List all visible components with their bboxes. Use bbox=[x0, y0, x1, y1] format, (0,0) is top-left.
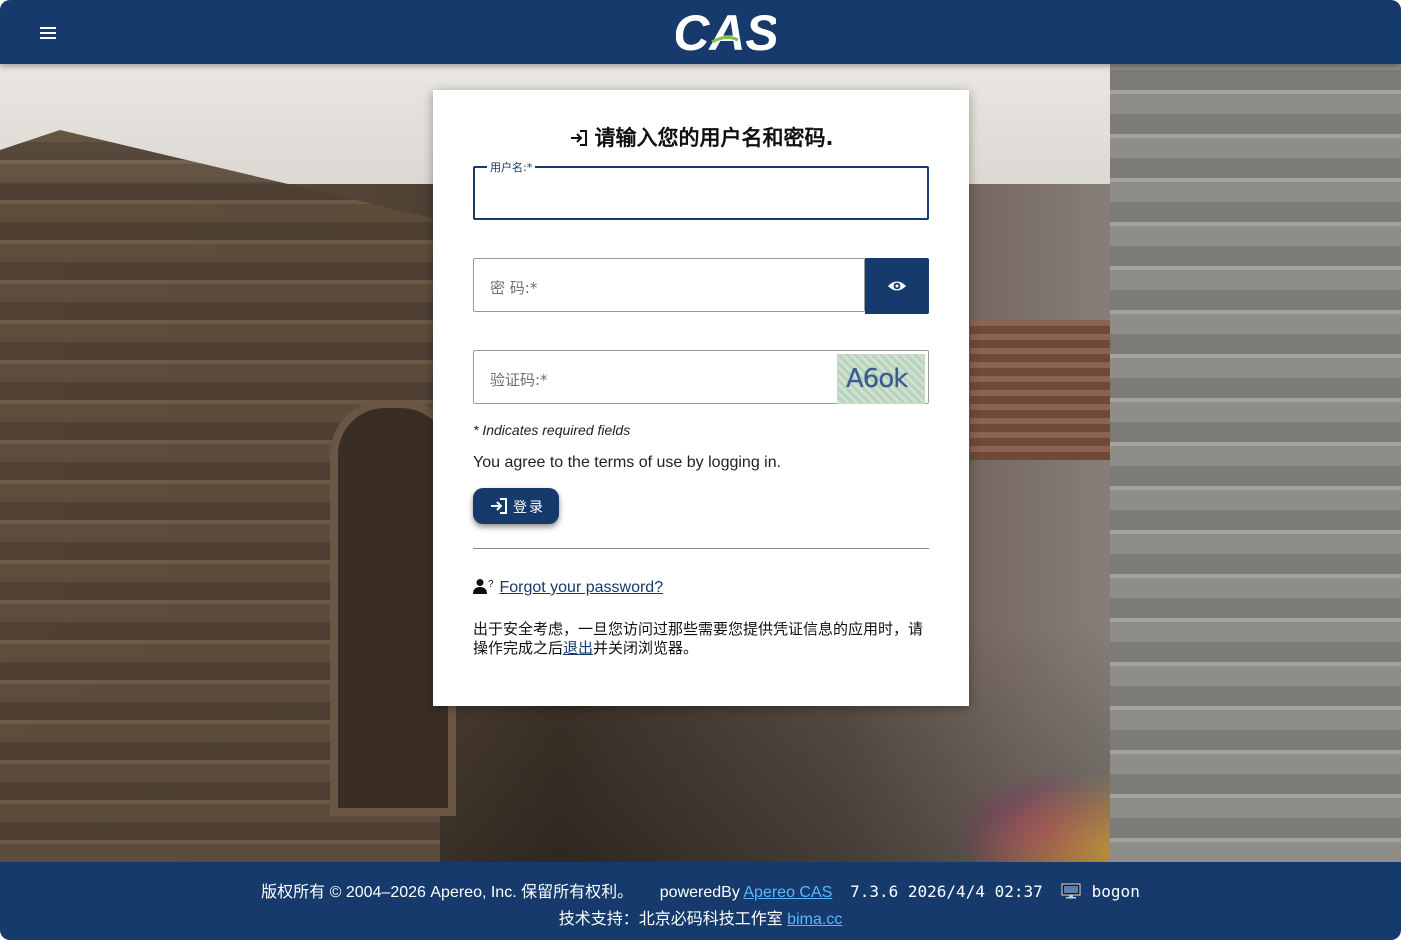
login-arrow-icon bbox=[491, 498, 507, 514]
password-input[interactable] bbox=[474, 259, 864, 311]
divider bbox=[473, 548, 929, 549]
svg-text:?: ? bbox=[488, 579, 494, 590]
captcha-image-text: A6ok bbox=[846, 364, 908, 394]
captcha-image[interactable]: A6ok bbox=[837, 354, 925, 404]
username-field[interactable]: 用户名:* bbox=[473, 159, 929, 220]
forgot-password-row: ? Forgot your password? bbox=[473, 578, 663, 597]
monitor-icon bbox=[1061, 883, 1081, 899]
username-input[interactable] bbox=[475, 168, 927, 218]
background-roof bbox=[970, 320, 1120, 460]
login-button-label: 登录 bbox=[513, 500, 545, 516]
hostname: bogon bbox=[1091, 882, 1140, 901]
eye-icon bbox=[888, 281, 906, 291]
login-arrow-icon bbox=[570, 130, 587, 146]
version-info: 7.3.6 2026/4/4 02:37 bbox=[850, 882, 1043, 901]
background-right-wall bbox=[1110, 64, 1401, 862]
support-text: 技术支持：北京必码科技工作室 bbox=[558, 911, 783, 928]
password-field[interactable]: 密 码:* bbox=[473, 258, 865, 312]
powered-by-text: poweredBy bbox=[659, 884, 740, 901]
required-fields-note: * Indicates required fields bbox=[473, 422, 631, 438]
form-title: 请输入您的用户名和密码. bbox=[433, 122, 969, 152]
apereo-cas-link[interactable]: Apereo CAS bbox=[743, 884, 832, 901]
show-password-button[interactable] bbox=[865, 258, 929, 314]
cas-logo: CAS bbox=[676, 5, 776, 60]
user-question-icon: ? bbox=[473, 579, 494, 594]
login-button[interactable]: 登录 bbox=[473, 488, 559, 524]
bima-link[interactable]: bima.cc bbox=[787, 911, 842, 928]
top-bar: CAS bbox=[0, 0, 1401, 64]
captcha-input[interactable] bbox=[474, 351, 834, 403]
security-notice: 出于安全考虑，一旦您访问过那些需要您提供凭证信息的应用时，请操作完成之后退出并关… bbox=[473, 620, 923, 658]
menu-icon[interactable] bbox=[34, 18, 62, 46]
forgot-password-link[interactable]: Forgot your password? bbox=[499, 579, 663, 596]
terms-text: You agree to the terms of use by logging… bbox=[473, 454, 782, 471]
copyright-text: 版权所有 © 2004–2026 Apereo, Inc. 保留所有权利。 bbox=[261, 884, 634, 901]
form-title-text: 请输入您的用户名和密码. bbox=[594, 126, 834, 150]
login-card: 请输入您的用户名和密码. 用户名:* 密 码:* 验证码:* A6ok * In… bbox=[433, 90, 969, 706]
logout-link[interactable]: 退出 bbox=[563, 639, 593, 657]
captcha-field[interactable]: 验证码:* A6ok bbox=[473, 350, 929, 404]
page: CAS 请输入您的用户名和密码. 用户名:* 密 码:* 验证码:* A6ok … bbox=[0, 0, 1401, 940]
svg-text:CAS: CAS bbox=[676, 5, 776, 60]
footer-line-1: 版权所有 © 2004–2026 Apereo, Inc. 保留所有权利。 po… bbox=[0, 878, 1401, 902]
footer: 版权所有 © 2004–2026 Apereo, Inc. 保留所有权利。 po… bbox=[0, 862, 1401, 940]
notice-text-post: 并关闭浏览器。 bbox=[593, 639, 699, 657]
footer-line-2: 技术支持：北京必码科技工作室 bima.cc bbox=[0, 905, 1401, 929]
